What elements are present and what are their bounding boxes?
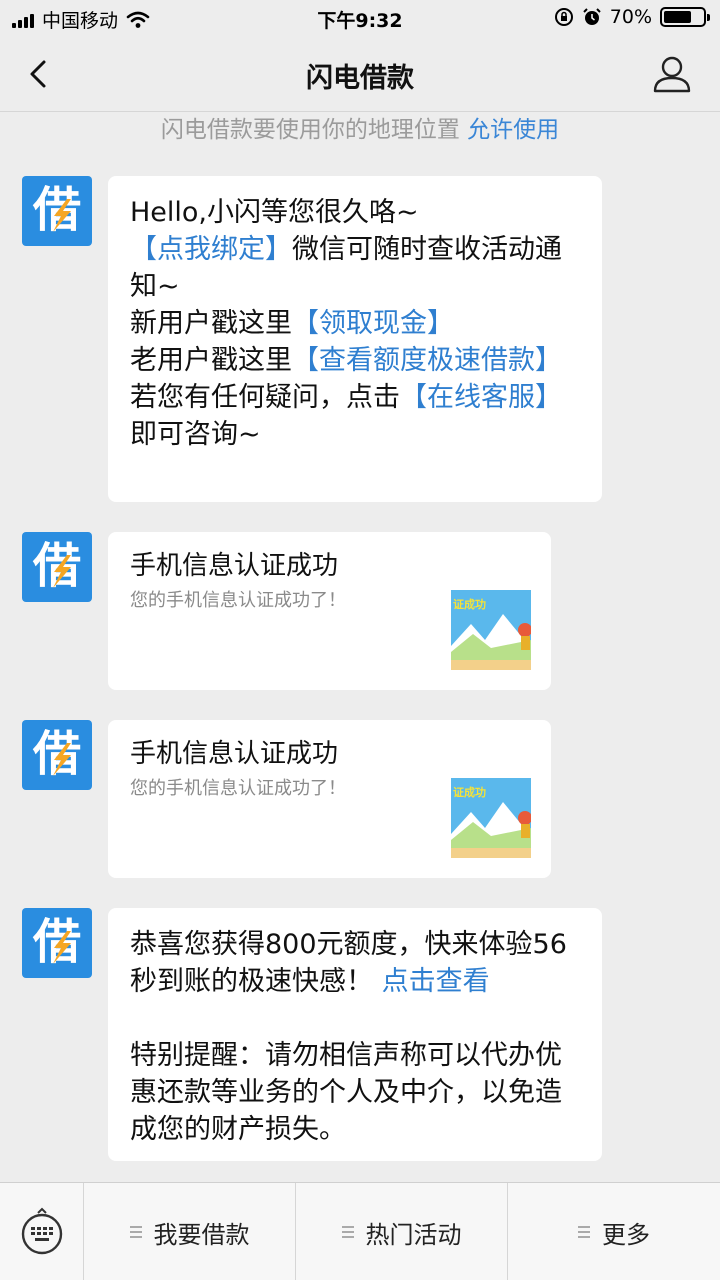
avatar[interactable]: 借 <box>22 908 92 978</box>
avatar[interactable]: 借 <box>22 720 92 790</box>
message-text: Hello,小闪等您很久咯~ <box>130 197 419 228</box>
keyboard-toggle-button[interactable] <box>0 1183 84 1280</box>
battery-level <box>664 11 691 23</box>
message-text: 若您有任何疑问，点击 <box>130 382 400 413</box>
nav-bar: 闪电借款 <box>0 36 720 112</box>
card-bubble[interactable]: 手机信息认证成功 您的手机信息认证成功了！ 证成功 <box>108 720 551 878</box>
page-title: 闪电借款 <box>306 63 414 94</box>
message-text: 即可咨询~ <box>130 419 261 450</box>
status-bar: 中国移动 下午9:32 70% <box>0 0 720 36</box>
menu-lines-icon <box>129 1226 142 1238</box>
online-service-link[interactable]: 【在线客服】 <box>400 382 562 413</box>
claim-cash-link[interactable]: 【领取现金】 <box>292 308 454 339</box>
check-quota-link[interactable]: 【查看额度极速借款】 <box>292 345 562 376</box>
lightning-icon <box>53 555 71 588</box>
message-text: 老用户戳这里 <box>130 345 292 376</box>
message-text: 恭喜您获得800元额度，快来体验56秒到账的极速快感！ <box>130 929 567 997</box>
alarm-icon <box>583 8 601 25</box>
menu-more[interactable]: 更多 <box>508 1183 720 1280</box>
message-text: 新用户戳这里 <box>130 308 292 339</box>
lightning-icon <box>53 743 71 776</box>
menu-lines-icon <box>578 1226 590 1238</box>
menu-borrow[interactable]: 我要借款 <box>84 1183 296 1280</box>
bottom-menu-bar: 我要借款 热门活动 更多 <box>0 1182 720 1280</box>
menu-label: 更多 <box>602 1220 650 1249</box>
lightning-icon <box>53 199 71 232</box>
menu-label: 我要借款 <box>153 1220 250 1249</box>
location-permission-tip: 闪电借款要使用你的地理位置 允许使用 <box>0 110 720 144</box>
message-text: 特别提醒：请勿相信声称可以代办优惠还款等业务的个人及中介，以免造成您的财产损失。 <box>130 1040 562 1145</box>
battery-percent: 70% <box>609 6 652 28</box>
user-profile-icon[interactable] <box>650 52 694 96</box>
menu-lines-icon <box>341 1226 354 1238</box>
status-icons: 70% <box>554 6 710 28</box>
menu-hot-activities[interactable]: 热门活动 <box>296 1183 508 1280</box>
verification-success-thumbnail: 证成功 <box>451 590 531 670</box>
message-bubble: Hello,小闪等您很久咯~ 【点我绑定】微信可随时查收活动通知~ 新用户戳这里… <box>108 176 602 502</box>
card-bubble[interactable]: 手机信息认证成功 您的手机信息认证成功了！ 证成功 <box>108 532 551 690</box>
svg-text:证成功: 证成功 <box>453 597 486 611</box>
verification-success-thumbnail: 证成功 <box>451 778 531 858</box>
keyboard-icon <box>21 1207 63 1255</box>
rotation-lock-icon <box>554 8 573 26</box>
message-bubble: 恭喜您获得800元额度，快来体验56秒到账的极速快感！ 点击查看 特别提醒：请勿… <box>108 908 602 1161</box>
chevron-left-icon[interactable] <box>20 52 60 96</box>
avatar[interactable]: 借 <box>22 176 92 246</box>
lightning-icon <box>53 931 71 964</box>
bind-wechat-link[interactable]: 【点我绑定】 <box>130 234 292 265</box>
svg-text:证成功: 证成功 <box>453 785 486 799</box>
location-tip-text: 闪电借款要使用你的地理位置 <box>160 117 460 143</box>
card-title: 手机信息认证成功 <box>130 739 339 769</box>
battery-icon <box>660 7 710 27</box>
card-title: 手机信息认证成功 <box>130 551 339 581</box>
avatar[interactable]: 借 <box>22 532 92 602</box>
menu-label: 热门活动 <box>365 1220 462 1249</box>
view-details-link[interactable]: 点击查看 <box>382 966 490 997</box>
allow-location-link[interactable]: 允许使用 <box>467 117 559 143</box>
